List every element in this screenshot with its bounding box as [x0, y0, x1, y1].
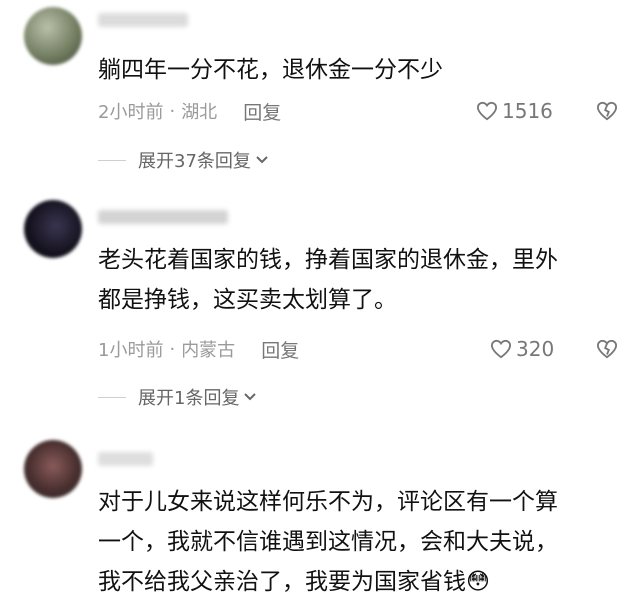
expand-replies-button[interactable]: 展开37条回复 — [98, 146, 269, 174]
expand-replies-label: 展开37条回复 — [138, 151, 251, 172]
comment-text: 躺四年一分不花，退休金一分不少 — [98, 50, 628, 90]
divider-line — [98, 396, 126, 398]
like-count: 1516 — [502, 99, 553, 123]
comment-text: 对于儿女来说这样何乐不为，评论区有一个算 一个，我就不信谁遇到这情况，会和大夫说… — [98, 482, 628, 602]
avatar[interactable] — [24, 440, 82, 498]
comment-location: 湖北 — [181, 102, 218, 123]
heart-icon — [490, 339, 512, 359]
expand-replies-label: 展开1条回复 — [138, 388, 240, 409]
broken-heart-icon — [596, 101, 618, 121]
like-count: 320 — [516, 337, 555, 361]
dislike-button[interactable] — [596, 101, 618, 125]
expand-replies-button[interactable]: 展开1条回复 — [98, 383, 257, 411]
comment-meta: 2小时前 · 湖北 回复 — [98, 96, 281, 126]
like-button[interactable]: 1516 — [476, 96, 553, 126]
meta-separator: · — [169, 338, 176, 360]
comment-text-line: 对于儿女来说这样何乐不为，评论区有一个算 — [98, 489, 558, 515]
comment-time: 1小时前 — [98, 340, 164, 361]
broken-heart-icon — [596, 339, 618, 359]
avatar[interactable] — [24, 7, 82, 65]
comment-text-line: 都是挣钱，这买卖太划算了。 — [98, 287, 397, 313]
username-blurred[interactable] — [98, 13, 188, 27]
reply-button[interactable]: 回复 — [243, 98, 281, 125]
comment-text-line: 一个，我就不信谁遇到这情况，会和大夫说， — [98, 529, 558, 555]
heart-icon — [476, 101, 498, 121]
comment-meta: 1小时前 · 内蒙古 回复 — [98, 334, 299, 364]
like-button[interactable]: 320 — [490, 334, 554, 364]
dislike-button[interactable] — [596, 339, 618, 363]
username-blurred[interactable] — [98, 210, 228, 224]
comment-time: 2小时前 — [98, 102, 164, 123]
comment-text: 老头花着国家的钱，挣着国家的退休金，里外 都是挣钱，这买卖太划算了。 — [98, 240, 628, 320]
comment-text-line: 老头花着国家的钱，挣着国家的退休金，里外 — [98, 247, 558, 273]
meta-separator: · — [169, 100, 176, 122]
comment-text-line: 我不给我父亲治了，我要为国家省钱😳 — [98, 569, 490, 595]
chevron-down-icon — [256, 156, 268, 164]
comment-text-line: 躺四年一分不花，退休金一分不少 — [98, 57, 443, 83]
chevron-down-icon — [244, 393, 257, 401]
avatar[interactable] — [24, 200, 82, 258]
comment-location: 内蒙古 — [181, 340, 236, 361]
reply-button[interactable]: 回复 — [261, 336, 299, 363]
username-blurred[interactable] — [98, 452, 153, 466]
divider-line — [98, 159, 126, 161]
